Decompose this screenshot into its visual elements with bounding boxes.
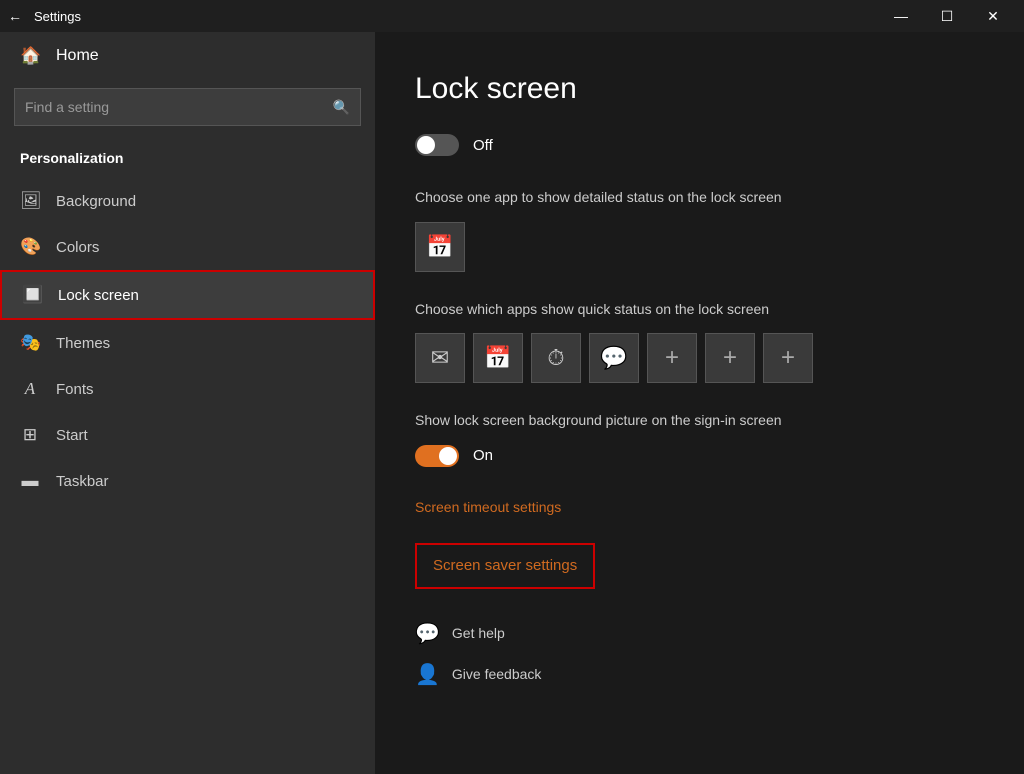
show-bg-toggle[interactable] xyxy=(415,445,459,467)
sidebar-item-start[interactable]: ⊞ Start xyxy=(0,412,375,458)
sidebar-item-colors[interactable]: 🎨 Colors xyxy=(0,224,375,270)
section-title: Personalization xyxy=(0,142,375,174)
detailed-status-label: Choose one app to show detailed status o… xyxy=(415,188,974,208)
themes-icon: 🎭 xyxy=(20,333,40,353)
background-label: Background xyxy=(56,193,136,210)
content-area: Lock screen Off Choose one app to show d… xyxy=(375,32,1024,774)
toggle2-label: On xyxy=(473,447,493,464)
search-icon: 🔍 xyxy=(333,99,350,116)
mail-icon: ✉ xyxy=(431,345,449,371)
maximize-button[interactable]: ☐ xyxy=(924,0,970,32)
search-input[interactable] xyxy=(25,99,333,115)
toggle-knob xyxy=(417,136,435,154)
close-button[interactable]: ✕ xyxy=(970,0,1016,32)
give-feedback-icon: 👤 xyxy=(415,662,440,687)
sidebar-item-fonts[interactable]: A Fonts xyxy=(0,366,375,412)
lock-screen-toggle-row: Off xyxy=(415,134,974,156)
quick-app-add-1[interactable]: + xyxy=(647,333,697,383)
alarms-icon: ⏱ xyxy=(547,345,564,371)
quick-app-alarms[interactable]: ⏱ xyxy=(531,333,581,383)
page-title: Lock screen xyxy=(415,72,974,106)
add-icon-1: + xyxy=(665,344,679,372)
sidebar-item-themes[interactable]: 🎭 Themes xyxy=(0,320,375,366)
show-bg-label: Show lock screen background picture on t… xyxy=(415,411,974,431)
sidebar: 🏠 Home 🔍 Personalization 🖼 Background 🎨 … xyxy=(0,32,375,774)
start-icon: ⊞ xyxy=(20,425,40,445)
screen-timeout-link[interactable]: Screen timeout settings xyxy=(415,499,561,515)
screen-saver-label: Screen saver settings xyxy=(433,557,577,574)
app-title: Settings xyxy=(34,9,878,24)
title-bar: ← Settings — ☐ ✕ xyxy=(0,0,1024,32)
fonts-label: Fonts xyxy=(56,381,94,398)
window-controls: — ☐ ✕ xyxy=(878,0,1016,32)
home-label: Home xyxy=(56,47,99,65)
quick-app-mail[interactable]: ✉ xyxy=(415,333,465,383)
sidebar-item-lock-screen[interactable]: 🔲 Lock screen xyxy=(0,270,375,320)
sidebar-item-home[interactable]: 🏠 Home xyxy=(0,32,375,80)
add-icon-3: + xyxy=(781,344,795,372)
calendar-icon-2: 📅 xyxy=(484,345,511,371)
lock-screen-icon: 🔲 xyxy=(22,285,42,305)
get-help-label: Get help xyxy=(452,625,505,641)
quick-app-calendar[interactable]: 📅 xyxy=(473,333,523,383)
taskbar-icon: ▬ xyxy=(20,471,40,491)
sidebar-item-taskbar[interactable]: ▬ Taskbar xyxy=(0,458,375,504)
toggle-knob-2 xyxy=(439,447,457,465)
lock-screen-label: Lock screen xyxy=(58,287,139,304)
themes-label: Themes xyxy=(56,335,110,352)
sidebar-item-background[interactable]: 🖼 Background xyxy=(0,178,375,224)
give-feedback-label: Give feedback xyxy=(452,666,542,682)
quick-app-add-2[interactable]: + xyxy=(705,333,755,383)
toggle1-label: Off xyxy=(473,137,493,154)
fonts-icon: A xyxy=(20,379,40,399)
give-feedback-row[interactable]: 👤 Give feedback xyxy=(415,662,974,687)
lock-screen-toggle[interactable] xyxy=(415,134,459,156)
quick-app-add-3[interactable]: + xyxy=(763,333,813,383)
messaging-icon: 💬 xyxy=(600,345,627,371)
detailed-app-row: 📅 xyxy=(415,222,974,272)
minimize-button[interactable]: — xyxy=(878,0,924,32)
get-help-icon: 💬 xyxy=(415,621,440,646)
back-button[interactable]: ← xyxy=(8,8,22,24)
quick-apps-row: ✉ 📅 ⏱ 💬 + + + xyxy=(415,333,974,383)
detailed-app-calendar[interactable]: 📅 xyxy=(415,222,465,272)
show-bg-toggle-row: On xyxy=(415,445,974,467)
background-icon: 🖼 xyxy=(20,191,40,211)
screen-saver-box[interactable]: Screen saver settings xyxy=(415,543,595,589)
colors-icon: 🎨 xyxy=(20,237,40,257)
quick-status-label: Choose which apps show quick status on t… xyxy=(415,300,974,320)
start-label: Start xyxy=(56,427,88,444)
colors-label: Colors xyxy=(56,239,99,256)
main-container: 🏠 Home 🔍 Personalization 🖼 Background 🎨 … xyxy=(0,32,1024,774)
calendar-icon: 📅 xyxy=(426,234,453,260)
add-icon-2: + xyxy=(723,344,737,372)
taskbar-label: Taskbar xyxy=(56,473,109,490)
quick-app-messaging[interactable]: 💬 xyxy=(589,333,639,383)
search-box[interactable]: 🔍 xyxy=(14,88,361,126)
home-icon: 🏠 xyxy=(20,46,40,66)
get-help-row[interactable]: 💬 Get help xyxy=(415,621,974,646)
